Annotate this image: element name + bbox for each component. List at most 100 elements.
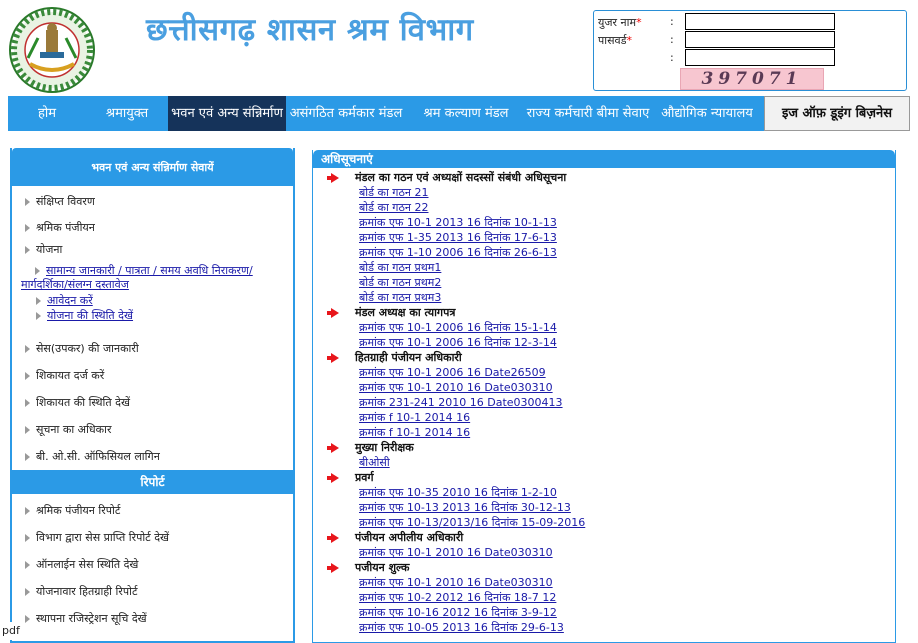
- notification-link-row: क्रमांक एफ 1-10 2006 16 दिनांक 26-6-13: [313, 245, 895, 260]
- nav-shramayukt[interactable]: श्रमायुक्त: [86, 96, 168, 131]
- password-row: पासवर्ड* :: [598, 31, 908, 49]
- section-title: मंडल का गठन एवं अध्यक्षों सदस्सों संबंधी…: [313, 170, 895, 185]
- section-title-text: पंजीयन अपीलीय अधिकारी: [355, 531, 464, 544]
- notification-link-row: बोर्ड का गठन प्रथम3: [313, 290, 895, 305]
- sidebar-item-complaint-status[interactable]: शिकायत की स्थिति देखें: [25, 395, 130, 410]
- report-item-beneficiary[interactable]: योजनावार हितग्राही रिपोर्ट: [25, 584, 138, 599]
- sidebar-item-rti[interactable]: सूचना का अधिकार: [25, 422, 111, 437]
- arrow-right-icon: [25, 534, 30, 542]
- notification-link-row: क्रमांक एफ 1-35 2013 16 दिनांक 17-6-13: [313, 230, 895, 245]
- arrow-right-icon: [25, 588, 30, 596]
- notification-link[interactable]: क्रमांक एफ 10-1 2013 16 दिनांक 10-1-13: [359, 216, 557, 229]
- notification-link-row: क्रमांक एफ 10-1 2006 16 दिनांक 12-3-14: [313, 335, 895, 350]
- notification-link[interactable]: बोर्ड का गठन प्रथम1: [359, 261, 441, 274]
- section-title-text: मंडल अध्यक्ष का त्यागपत्र: [355, 306, 456, 319]
- notification-link-row: क्रमांक एफ 10-1 2010 16 Date030310: [313, 575, 895, 590]
- section-title: मंडल अध्यक्ष का त्यागपत्र: [313, 305, 895, 320]
- login-panel: युजर नाम* : पासवर्ड* : : 397071: [593, 10, 907, 91]
- notification-link-row: क्रमांक एफ 10-13/2013/16 दिनांक 15-09-20…: [313, 515, 895, 530]
- report-item-registration[interactable]: श्रमिक पंजीयन रिपोर्ट: [25, 503, 120, 518]
- notification-link[interactable]: क्रमांक एफ 10-2 2012 16 दिनांक 18-7 12: [359, 591, 556, 604]
- notification-link[interactable]: क्रमांक एफ 10-1 2006 16 दिनांक 12-3-14: [359, 336, 557, 349]
- arrow-right-icon: [36, 312, 41, 320]
- notification-link[interactable]: क्रमांक एफ 10-1 2006 16 दिनांक 15-1-14: [359, 321, 557, 334]
- notification-link[interactable]: क्रमांक एफ 10-1 2006 16 Date26509: [359, 366, 546, 379]
- notification-link-row: क्रमांक f 10-1 2014 16: [313, 410, 895, 425]
- section-title: हितग्राही पंजीयन अधिकारी: [313, 350, 895, 365]
- notification-link[interactable]: क्रमांक 231-241 2010 16 Date0300413: [359, 396, 563, 409]
- notification-link-row: बोर्ड का गठन 21: [313, 185, 895, 200]
- username-row: युजर नाम* :: [598, 13, 908, 31]
- notification-link[interactable]: बोर्ड का गठन 21: [359, 186, 429, 199]
- cg-emblem-logo-icon: [9, 7, 95, 93]
- yojana-apply-link[interactable]: आवेदन करें: [47, 294, 93, 307]
- report-item-cess-received[interactable]: विभाग द्वारा सेस प्राप्ति रिपोर्ट देखें: [25, 530, 169, 545]
- username-input[interactable]: [685, 13, 835, 30]
- report-item-establishment[interactable]: स्थापना रजिस्ट्रेशन सूचि देखें: [25, 611, 147, 626]
- nav-ease-of-business[interactable]: इज ऑफ़ डूइंग बिज़नेस: [764, 96, 910, 131]
- sidebar-item-yojana[interactable]: योजना: [25, 242, 62, 257]
- sidebar-item-cess-info[interactable]: सेस(उपकर) की जानकारी: [25, 341, 139, 356]
- notification-link-row: क्रमांक एफ 10-1 2010 16 Date030310: [313, 545, 895, 560]
- report-item-online-cess[interactable]: ऑनलाईन सेस स्थिति देखे: [25, 557, 138, 572]
- report-section-title: रिपोर्ट: [12, 470, 293, 494]
- site-header: छत्तीसगढ़ शासन श्रम विभाग युजर नाम* : पा…: [0, 0, 918, 96]
- notification-link[interactable]: क्रमांक f 10-1 2014 16: [359, 426, 470, 439]
- username-label: युजर नाम: [598, 16, 637, 29]
- yojana-submenu: सामान्य जानकारी / पात्रता / समय अवधि निर…: [21, 264, 292, 323]
- nav-shram-kalyan[interactable]: श्रम कल्याण मंडल: [406, 96, 526, 131]
- sidebar-title: भवन एवं अन्य संन्निर्माण सेवायें: [12, 148, 293, 186]
- notification-link[interactable]: क्रमांक एफ 10-13 2013 16 दिनांक 30-12-13: [359, 501, 571, 514]
- notification-link[interactable]: क्रमांक एफ 1-10 2006 16 दिनांक 26-6-13: [359, 246, 557, 259]
- notification-link-row: बीओसी: [313, 455, 895, 470]
- notification-link[interactable]: बोर्ड का गठन प्रथम2: [359, 276, 441, 289]
- sidebar-item-boc-login[interactable]: बी. ओ.सी. ऑफिसियल लागिन: [25, 449, 160, 464]
- notification-link-row: क्रमांक एफ 10-35 2010 16 दिनांक 1-2-10: [313, 485, 895, 500]
- notification-link-row: क्रमांक f 10-1 2014 16: [313, 425, 895, 440]
- notification-link[interactable]: क्रमांक एफ 10-1 2010 16 Date030310: [359, 576, 553, 589]
- page: छत्तीसगढ़ शासन श्रम विभाग युजर नाम* : पा…: [0, 0, 918, 643]
- red-arrow-bullet-icon: [327, 308, 339, 318]
- notification-link[interactable]: क्रमांक एफ 10-13/2013/16 दिनांक 15-09-20…: [359, 516, 585, 529]
- section-title-text: मुख्या निरीक्षक: [355, 441, 414, 454]
- nav-rajya-karmchari[interactable]: राज्य कर्मचारी बीमा सेवाए: [526, 96, 650, 131]
- sidebar-item-registration[interactable]: श्रमिक पंजीयन: [25, 220, 95, 235]
- password-input[interactable]: [685, 31, 835, 48]
- notification-link[interactable]: क्रमांक एफ 10-1 2010 16 Date030310: [359, 381, 553, 394]
- nav-asangathit[interactable]: असंगठित कर्मकार मंडल: [286, 96, 406, 131]
- password-label: पासवर्ड: [598, 34, 627, 47]
- red-arrow-bullet-icon: [327, 563, 339, 573]
- notification-link-row: बोर्ड का गठन प्रथम1: [313, 260, 895, 275]
- notification-link[interactable]: क्रमांक एफ 10-35 2010 16 दिनांक 1-2-10: [359, 486, 557, 499]
- notification-link-row: क्रमांक एफ 10-1 2013 16 दिनांक 10-1-13: [313, 215, 895, 230]
- arrow-right-icon: [25, 246, 30, 254]
- arrow-right-icon: [25, 561, 30, 569]
- yojana-info-link[interactable]: सामान्य जानकारी / पात्रता / समय अवधि निर…: [46, 264, 253, 277]
- captcha-input[interactable]: [685, 49, 835, 66]
- pdf-label: pdf: [0, 622, 24, 640]
- notification-link[interactable]: क्रमांक एफ 10-1 2010 16 Date030310: [359, 546, 553, 559]
- arrow-right-icon: [36, 297, 41, 305]
- nav-home[interactable]: होम: [8, 96, 86, 131]
- notification-link[interactable]: बोर्ड का गठन 22: [359, 201, 429, 214]
- red-arrow-bullet-icon: [327, 473, 339, 483]
- section-title: मुख्या निरीक्षक: [313, 440, 895, 455]
- arrow-right-icon: [25, 615, 30, 623]
- yojana-guidelines-link[interactable]: मार्गदर्शिका/संलग्न दस्तावेज: [21, 278, 129, 291]
- notification-link[interactable]: क्रमांक एफ 10-16 2012 16 दिनांक 3-9-12: [359, 606, 557, 619]
- red-arrow-bullet-icon: [327, 443, 339, 453]
- notification-link-row: बोर्ड का गठन 22: [313, 200, 895, 215]
- nav-audyogik[interactable]: औद्योगिक न्यायालय: [650, 96, 764, 131]
- nav-bhavan[interactable]: भवन एवं अन्य संन्निर्माण: [168, 96, 286, 131]
- notification-link-row: क्रमांक एफ 10-1 2006 16 दिनांक 15-1-14: [313, 320, 895, 335]
- notification-link-row: क्रमांक 231-241 2010 16 Date0300413: [313, 395, 895, 410]
- notification-link[interactable]: बोर्ड का गठन प्रथम3: [359, 291, 441, 304]
- sidebar-item-summary[interactable]: संक्षिप्त विवरण: [25, 194, 95, 209]
- section-title-text: प्रवर्ग: [355, 471, 374, 484]
- notification-link[interactable]: क्रमांक एफ 10-05 2013 16 दिनांक 29-6-13: [359, 621, 564, 634]
- notification-link[interactable]: बीओसी: [359, 456, 390, 469]
- sidebar-item-complaint[interactable]: शिकायत दर्ज करें: [25, 368, 104, 383]
- notification-link[interactable]: क्रमांक एफ 1-35 2013 16 दिनांक 17-6-13: [359, 231, 557, 244]
- notification-link[interactable]: क्रमांक f 10-1 2014 16: [359, 411, 470, 424]
- yojana-status-link[interactable]: योजना की स्थिति देखें: [47, 309, 133, 322]
